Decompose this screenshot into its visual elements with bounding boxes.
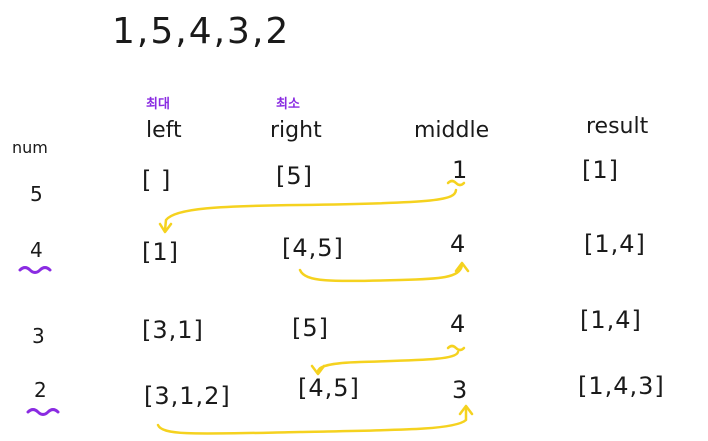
middle-1-squiggle (446, 179, 466, 187)
arrow-middle-to-left-1 (163, 188, 458, 232)
middle-3-squiggle (446, 344, 466, 352)
num-4-highlight (18, 266, 52, 274)
arrow-middle-to-right-3 (316, 350, 460, 374)
arrow-overlay (18, 179, 474, 435)
arrow-left-to-middle-4 (156, 406, 468, 435)
num-2-highlight (26, 408, 60, 416)
arrow-right-to-middle-2 (298, 263, 464, 283)
